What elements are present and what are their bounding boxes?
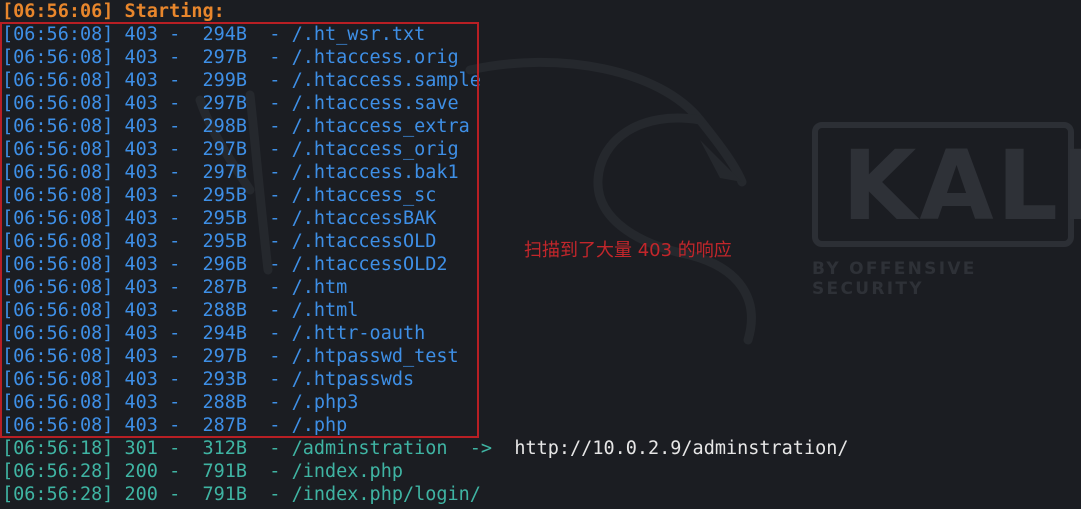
result-row-403: [06:56:08] 403 - 294B - /.ht_wsr.txt bbox=[2, 24, 426, 45]
scan-start-line: [06:56:06] Starting: bbox=[2, 1, 225, 22]
result-row-403: [06:56:08] 403 - 295B - /.htaccessBAK bbox=[2, 208, 437, 229]
result-row-403: [06:56:08] 403 - 297B - /.htpasswd_test bbox=[2, 346, 459, 367]
result-row-403: [06:56:08] 403 - 297B - /.htaccess.save bbox=[2, 93, 459, 114]
result-row-403: [06:56:08] 403 - 287B - /.php bbox=[2, 415, 348, 436]
result-row-403: [06:56:08] 403 - 297B - /.htaccess.orig bbox=[2, 47, 459, 68]
result-row-403: [06:56:08] 403 - 299B - /.htaccess.sampl… bbox=[2, 70, 481, 91]
result-row-403: [06:56:08] 403 - 288B - /.html bbox=[2, 300, 359, 321]
result-row-403: [06:56:08] 403 - 297B - /.htaccess.bak1 bbox=[2, 162, 459, 183]
result-row-200: [06:56:28] 200 - 791B - /index.php/login… bbox=[2, 484, 481, 505]
result-row-403: [06:56:08] 403 - 294B - /.httr-oauth bbox=[2, 323, 426, 344]
annotation-note: 扫描到了大量 403 的响应 bbox=[524, 240, 732, 261]
redirect-target: http://10.0.2.9/adminstration/ bbox=[492, 438, 849, 459]
result-row-403: [06:56:08] 403 - 287B - /.htm bbox=[2, 277, 348, 298]
result-row-403: [06:56:08] 403 - 297B - /.htaccess_orig bbox=[2, 139, 459, 160]
result-row-403: [06:56:08] 403 - 293B - /.htpasswds bbox=[2, 369, 415, 390]
result-row-200: [06:56:28] 200 - 791B - /index.php bbox=[2, 461, 403, 482]
redirect-source: [06:56:18] 301 - 312B - /adminstration -… bbox=[2, 438, 493, 459]
result-row-403: [06:56:08] 403 - 295B - /.htaccess_sc bbox=[2, 185, 437, 206]
result-row-301: [06:56:18] 301 - 312B - /adminstration -… bbox=[2, 437, 1077, 460]
result-row-403: [06:56:08] 403 - 288B - /.php3 bbox=[2, 392, 359, 413]
result-row-403: [06:56:08] 403 - 298B - /.htaccess_extra bbox=[2, 116, 470, 137]
